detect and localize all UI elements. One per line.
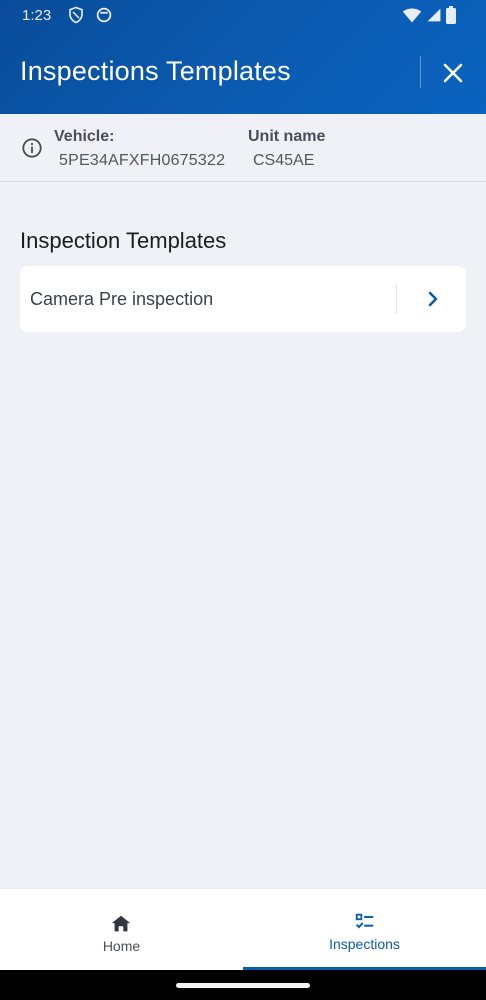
status-time: 1:23 <box>22 7 52 24</box>
status-bar: 1:23 <box>0 0 486 30</box>
shield-icon <box>69 6 83 24</box>
bottom-nav: Home Inspections <box>0 888 486 971</box>
nav-item-home[interactable]: Home <box>0 889 243 971</box>
page-title: Inspections Templates <box>20 56 291 86</box>
info-icon <box>22 138 42 158</box>
section-title: Inspection Templates <box>20 228 227 253</box>
battery-icon <box>446 6 456 24</box>
gesture-handle[interactable] <box>176 983 310 988</box>
nav-label-home: Home <box>102 938 141 954</box>
wifi-icon <box>402 8 422 23</box>
close-button[interactable] <box>438 58 468 88</box>
vehicle-info-panel: Vehicle: 5PE34AFXFH0675322 Unit name CS4… <box>0 114 486 182</box>
app-header: 1:23 Inspections Templates <box>0 0 486 114</box>
template-name: Camera Pre inspection <box>30 289 214 309</box>
unit-name-label: Unit name <box>248 128 326 145</box>
nav-label-inspections: Inspections <box>329 936 400 952</box>
status-icons-right <box>402 6 456 24</box>
signal-icon <box>427 8 441 22</box>
home-icon <box>111 915 131 932</box>
vehicle-vin: 5PE34AFXFH0675322 <box>59 152 226 169</box>
card-divider <box>396 284 397 314</box>
nav-item-inspections[interactable]: Inspections <box>243 889 486 971</box>
template-item-camera-pre-inspection[interactable]: Camera Pre inspection <box>20 266 466 332</box>
vehicle-label: Vehicle: <box>54 128 115 145</box>
circle-badge-icon <box>96 7 112 23</box>
checklist-icon <box>355 913 374 929</box>
close-icon <box>443 63 463 83</box>
header-divider <box>420 56 421 88</box>
system-nav-bar <box>0 970 486 1000</box>
unit-name-value: CS45AE <box>253 152 315 169</box>
chevron-right-icon <box>428 291 438 307</box>
